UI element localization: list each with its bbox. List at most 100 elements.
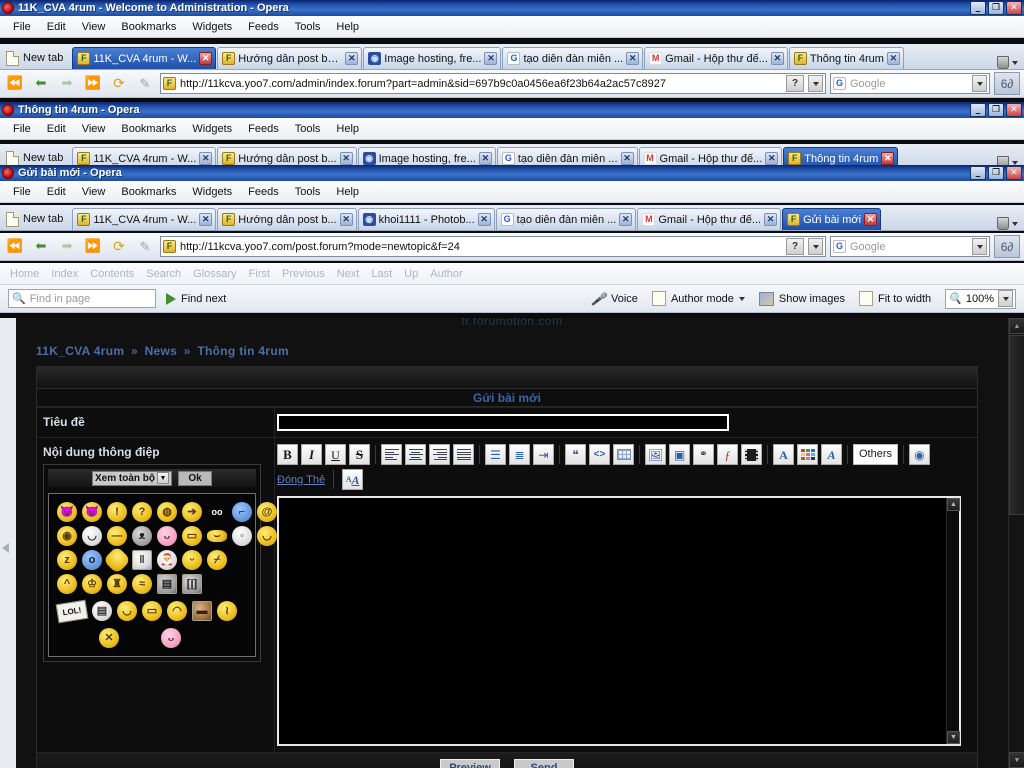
quote-button[interactable]: ❝ — [565, 444, 586, 465]
find-next-button[interactable]: Find next — [166, 292, 226, 305]
smilie-category-select[interactable]: Xem toàn bộ ▼ — [91, 470, 172, 486]
smilie-item[interactable]: 😈 — [57, 502, 77, 522]
tab-thong-tin-4rum[interactable]: F Thông tin 4rum ✕ — [788, 47, 904, 69]
menu-view[interactable]: View — [75, 19, 113, 35]
menu-tools[interactable]: Tools — [288, 19, 328, 35]
zoom-control[interactable]: 🔍 100% — [945, 288, 1016, 309]
smilie-item[interactable]: — — [107, 526, 127, 546]
message-scrollbar[interactable]: ▲ ▼ — [946, 498, 960, 744]
menu-edit[interactable]: Edit — [40, 19, 73, 35]
hyperlink-button[interactable]: ⚭ — [693, 444, 714, 465]
font-color-button[interactable] — [797, 444, 818, 465]
address-dropdown-icon[interactable] — [808, 75, 823, 92]
smilie-item[interactable]: ◠ — [167, 601, 187, 621]
edit-icon[interactable]: ✎ — [134, 236, 156, 258]
search-bar[interactable]: G Google — [830, 73, 990, 94]
navlink-glossary[interactable]: Glossary — [193, 268, 236, 280]
smilie-item[interactable]: ➔ — [182, 502, 202, 522]
menu-file[interactable]: File — [6, 19, 38, 35]
code-button[interactable]: <> — [589, 444, 610, 465]
menu-help[interactable]: Help — [329, 184, 366, 200]
smilie-item[interactable]: ◦ — [232, 526, 252, 546]
insert-image-button[interactable]: 🖼 — [645, 444, 666, 465]
video-button[interactable] — [741, 444, 762, 465]
smilie-item[interactable]: 🎅 — [157, 550, 177, 570]
tab-close-icon[interactable]: ✕ — [339, 213, 353, 226]
show-images-button[interactable]: Show images — [758, 291, 845, 306]
fast-forward-icon[interactable]: ⏩ — [82, 236, 104, 258]
smilie-item[interactable]: ♜ — [107, 574, 127, 594]
address-dropdown-icon[interactable] — [808, 238, 823, 255]
menu-feeds[interactable]: Feeds — [241, 121, 286, 137]
smilie-item[interactable]: ᴥ — [132, 526, 152, 546]
fast-rewind-icon[interactable]: ⏪ — [4, 73, 26, 95]
smilie-item-lol[interactable]: LOL! — [55, 599, 89, 623]
close-tag-link[interactable]: Đóng Thẻ — [277, 474, 325, 486]
chevron-down-icon[interactable] — [1012, 60, 1018, 65]
smilie-item[interactable]: ⌣ — [207, 530, 227, 542]
smilie-item[interactable]: oo — [207, 502, 227, 522]
address-bar[interactable]: F http://11kcva.yoo7.com/post.forum?mode… — [160, 236, 826, 257]
menu-help[interactable]: Help — [329, 121, 366, 137]
voice-button[interactable]: 🎤 Voice — [591, 292, 638, 306]
find-in-page-input[interactable]: 🔍 Find in page — [8, 289, 156, 308]
smilie-item[interactable]: ◡ — [82, 526, 102, 546]
font-style-button[interactable]: A — [773, 444, 794, 465]
menu-tools[interactable]: Tools — [288, 121, 328, 137]
toggle-case-button[interactable]: AA — [342, 469, 364, 490]
breadcrumb-item-news[interactable]: News — [145, 344, 178, 358]
author-mode-button[interactable]: Author mode — [651, 291, 745, 306]
smilie-item[interactable]: ▤ — [92, 601, 112, 621]
reload-icon[interactable]: ⟳ — [108, 236, 130, 258]
menu-widgets[interactable]: Widgets — [185, 19, 239, 35]
navlink-next[interactable]: Next — [337, 268, 360, 280]
address-input[interactable]: http://11kcva.yoo7.com/admin/index.forum… — [180, 78, 782, 90]
tab-huong-dan-post[interactable]: F Hướng dẫn post b... ✕ — [217, 208, 357, 230]
navlink-home[interactable]: Home — [10, 268, 39, 280]
tab-close-icon[interactable]: ✕ — [764, 213, 778, 226]
scroll-up-icon[interactable]: ▲ — [947, 498, 960, 511]
tab-close-icon[interactable]: ✕ — [199, 213, 213, 226]
smilie-item[interactable]: ✕ — [99, 628, 119, 648]
close-button[interactable]: ✕ — [1006, 103, 1022, 117]
menu-file[interactable]: File — [6, 184, 38, 200]
fit-to-width-button[interactable]: Fit to width — [858, 291, 931, 306]
forward-icon[interactable]: ➡ — [56, 73, 78, 95]
tab-tao-dien-dan[interactable]: G tạo diễn đàn miễn ... ✕ — [495, 208, 637, 230]
smilie-item[interactable]: ◡ — [117, 601, 137, 621]
smilie-item[interactable]: ◍ — [157, 502, 177, 522]
menu-edit[interactable]: Edit — [40, 121, 73, 137]
indent-button[interactable]: ⇥ — [533, 444, 554, 465]
flash-button[interactable]: ƒ — [717, 444, 738, 465]
tab-close-icon[interactable]: ✕ — [626, 52, 640, 65]
menu-file[interactable]: File — [6, 121, 38, 137]
address-input[interactable]: http://11kcva.yoo7.com/post.forum?mode=n… — [180, 241, 782, 253]
tab-close-icon[interactable]: ✕ — [765, 152, 779, 165]
menu-bookmarks[interactable]: Bookmarks — [114, 19, 183, 35]
back-icon[interactable]: ⬅ — [30, 236, 52, 258]
scroll-up-icon[interactable]: ▲ — [1009, 318, 1024, 334]
tab-close-icon[interactable]: ✕ — [477, 213, 491, 226]
tab-gmail[interactable]: M Gmail - Hộp thư đế... ✕ — [637, 208, 782, 230]
menu-tools[interactable]: Tools — [288, 184, 328, 200]
smilie-item[interactable]: ^ — [57, 574, 77, 594]
title-input[interactable] — [277, 414, 729, 431]
tab-tao-dien-dan[interactable]: G tạo diễn đàn miễn ... ✕ — [502, 47, 644, 69]
scroll-thumb[interactable] — [1009, 335, 1024, 515]
message-textarea[interactable]: ▲ ▼ — [277, 496, 961, 746]
back-icon[interactable]: ⬅ — [30, 73, 52, 95]
tab-huong-dan-post[interactable]: F Hướng dẫn post bà... ✕ — [217, 47, 363, 69]
minimize-button[interactable]: _ — [970, 103, 986, 117]
menu-view[interactable]: View — [75, 121, 113, 137]
tab-11k-cva-4rum[interactable]: F 11K_CVA 4rum - W... ✕ — [72, 208, 217, 230]
fast-forward-icon[interactable]: ⏩ — [82, 73, 104, 95]
smilie-item[interactable]: ‖ — [132, 550, 152, 570]
window-3-titlebar[interactable]: Gửi bài mới - Opera _ ❐ ✕ — [0, 165, 1024, 181]
maximize-button[interactable]: ❐ — [988, 1, 1004, 15]
smilie-item[interactable]: ! — [107, 502, 127, 522]
chevron-down-icon[interactable] — [1012, 221, 1018, 226]
scroll-down-icon[interactable]: ▼ — [947, 731, 960, 744]
smilie-item[interactable]: ≀ — [217, 601, 237, 621]
smilie-item[interactable]: 😈 — [82, 502, 102, 522]
font-family-button[interactable]: A — [821, 444, 842, 465]
